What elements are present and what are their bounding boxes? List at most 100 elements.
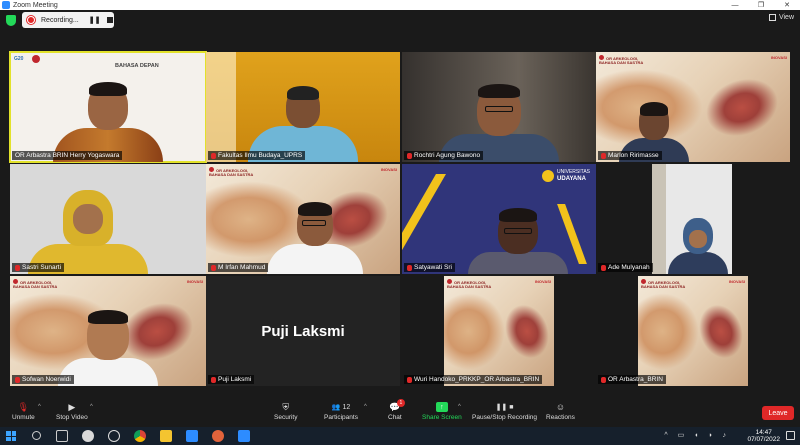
security-shield-icon[interactable] [6, 15, 16, 26]
participant-name-tag: Ade Mulyanah [598, 263, 653, 272]
participant-name-tag: Marlon Ririmasse [598, 151, 662, 160]
participants-options-caret-icon[interactable]: ^ [364, 404, 367, 410]
unmute-button[interactable]: 🎙 Unmute [12, 402, 35, 422]
share-options-caret-icon[interactable]: ^ [458, 404, 461, 410]
video-tile[interactable]: OR ARKEOLOGI, BAHASA DAN SASTRA INOVASI O… [596, 276, 790, 386]
shield-icon: ⛨ [282, 401, 290, 412]
view-label: View [778, 14, 794, 21]
security-button[interactable]: ⛨ Security [274, 401, 297, 422]
muted-mic-icon [407, 152, 412, 159]
share-screen-button[interactable]: ↑ Share Screen [422, 402, 462, 421]
clock[interactable]: 14:47 07/07/2022 [747, 429, 780, 444]
window-titlebar: Zoom Meeting — ❐ ✕ [0, 0, 800, 10]
muted-mic-icon [407, 376, 412, 383]
muted-mic-icon [211, 152, 216, 159]
app-icon[interactable] [82, 430, 94, 442]
participant-video [266, 202, 363, 274]
grid-view-icon [768, 14, 776, 21]
muted-mic-icon [601, 376, 606, 383]
app-icon[interactable] [108, 430, 120, 442]
participant-name: OR Arbastra_BRIN [608, 376, 663, 383]
video-tile[interactable]: OR ARKEOLOGI, BAHASA DAN SASTRA INOVASI S… [10, 276, 206, 386]
udayana-logo: UNIVERSITAS UDAYANA [542, 169, 590, 183]
participant-name: Marlon Ririmasse [608, 152, 659, 159]
view-button[interactable]: View [768, 14, 794, 21]
meeting-toolbar: 🎙 Unmute ^ ▶ Stop Video ^ ⛨ Security 👥 12… [0, 399, 800, 427]
brin-logo-icon [32, 55, 40, 63]
stop-video-button[interactable]: ▶ Stop Video [56, 401, 88, 422]
windows-start-icon[interactable] [6, 431, 16, 441]
muted-mic-icon [15, 376, 20, 383]
participant-video [468, 208, 569, 274]
notifications-icon[interactable] [786, 431, 795, 440]
zoom-taskbar-icon[interactable] [186, 430, 198, 442]
video-tile[interactable]: Fakultas Ilmu Budaya_UPRS [206, 52, 400, 162]
stop-recording-icon[interactable] [107, 17, 114, 23]
video-tile[interactable]: Sastri Sunarti [10, 164, 206, 274]
search-icon[interactable] [32, 431, 41, 440]
video-tile[interactable]: OR ARKEOLOGI, BAHASA DAN SASTRA INOVASI M… [596, 52, 790, 162]
restore-button[interactable]: ❐ [748, 0, 774, 10]
pause-stop-recording-button[interactable]: ❚❚ ■ Pause/Stop Recording [472, 402, 537, 421]
recording-label: Recording... [41, 16, 79, 24]
muted-mic-icon [211, 376, 216, 383]
recording-dot-icon [27, 16, 35, 24]
os-taskbar: ^ ▭ ◖ ◗ ♪ 14:47 07/07/2022 [0, 427, 800, 445]
participant-name-tag: Wuri Handoko_PRKKP_OR Arbastra_BRIN [404, 375, 543, 384]
participant-name-tag: Sastri Sunarti [12, 263, 65, 272]
participant-name: Ade Mulyanah [608, 264, 650, 271]
g20-logo-icon: G20 [14, 56, 24, 62]
video-tile[interactable]: G20 BAHASA DEPAN OR Arbastra BRIN Herry … [9, 51, 207, 163]
video-tile[interactable]: OR ARKEOLOGI, BAHASA DAN SASTRA INOVASI W… [402, 276, 596, 386]
participant-name: Puji Laksmi [218, 376, 252, 383]
participant-video [668, 218, 729, 274]
participant-name: OR Arbastra BRIN Herry Yogaswara [15, 152, 120, 159]
participant-name-tag: M Irfan Mahmud [208, 263, 269, 272]
participant-name-tag: OR Arbastra BRIN Herry Yogaswara [12, 151, 123, 160]
participant-name: Satyawati Sri [414, 264, 452, 271]
video-camera-icon: ▶ [68, 401, 76, 412]
zoom-taskbar-icon[interactable] [238, 430, 250, 442]
participants-button[interactable]: 👥 12 Participants [324, 402, 358, 422]
participants-icon: 👥 12 [331, 403, 351, 412]
system-tray-icons[interactable]: ^ ▭ ◖ ◗ ♪ [664, 431, 730, 439]
participant-name: Rochtri Agung Bawono [414, 152, 481, 159]
zoom-logo-icon [2, 1, 10, 9]
video-tile[interactable]: Rochtri Agung Bawono [402, 52, 596, 162]
participant-name-tag: OR Arbastra_BRIN [598, 375, 666, 384]
participant-video [28, 190, 149, 274]
video-tile[interactable]: OR ARKEOLOGI, BAHASA DAN SASTRA INOVASI M… [206, 164, 400, 274]
participant-name: M Irfan Mahmud [218, 264, 266, 271]
reactions-smiley-icon: ☺ [555, 402, 566, 412]
video-tile[interactable]: UNIVERSITAS UDAYANA Satyawati Sri [402, 164, 596, 274]
minimize-button[interactable]: — [722, 0, 748, 10]
window-title: Zoom Meeting [13, 1, 58, 9]
background-poster: OR ARKEOLOGI, BAHASA DAN SASTRA INOVASI [444, 276, 556, 386]
audio-options-caret-icon[interactable]: ^ [38, 404, 41, 410]
pause-stop-icon: ❚❚ ■ [495, 404, 514, 411]
chat-icon: 💬 1 [389, 399, 405, 412]
muted-mic-icon [15, 264, 20, 271]
pause-recording-icon[interactable]: ❚❚ [89, 16, 101, 24]
participant-name-tag: Fakultas Ilmu Budaya_UPRS [208, 151, 306, 160]
muted-mic-icon [211, 264, 216, 271]
participant-name: Fakultas Ilmu Budaya_UPRS [218, 152, 303, 159]
participant-name-tag: Sofwan Noerwidi [12, 375, 74, 384]
video-options-caret-icon[interactable]: ^ [90, 404, 93, 410]
participant-name-tag: Satyawati Sri [404, 263, 455, 272]
leave-button[interactable]: Leave [762, 406, 794, 420]
close-button[interactable]: ✕ [774, 0, 800, 10]
video-tile[interactable]: Puji Laksmi Puji Laksmi [206, 276, 400, 386]
file-explorer-icon[interactable] [160, 430, 172, 442]
video-tile[interactable]: Ade Mulyanah [596, 164, 790, 274]
participant-name-tag: Puji Laksmi [208, 375, 255, 384]
firefox-icon[interactable] [212, 430, 224, 442]
task-view-icon[interactable] [56, 430, 68, 442]
chrome-icon[interactable] [134, 430, 146, 442]
reactions-button[interactable]: ☺ Reactions [546, 402, 575, 421]
muted-mic-icon [601, 264, 606, 271]
chat-button[interactable]: 💬 1 Chat [388, 399, 405, 421]
tile-banner-text: BAHASA DEPAN [115, 63, 159, 69]
participant-name: Wuri Handoko_PRKKP_OR Arbastra_BRIN [414, 376, 540, 383]
udayana-emblem-icon [542, 170, 555, 183]
